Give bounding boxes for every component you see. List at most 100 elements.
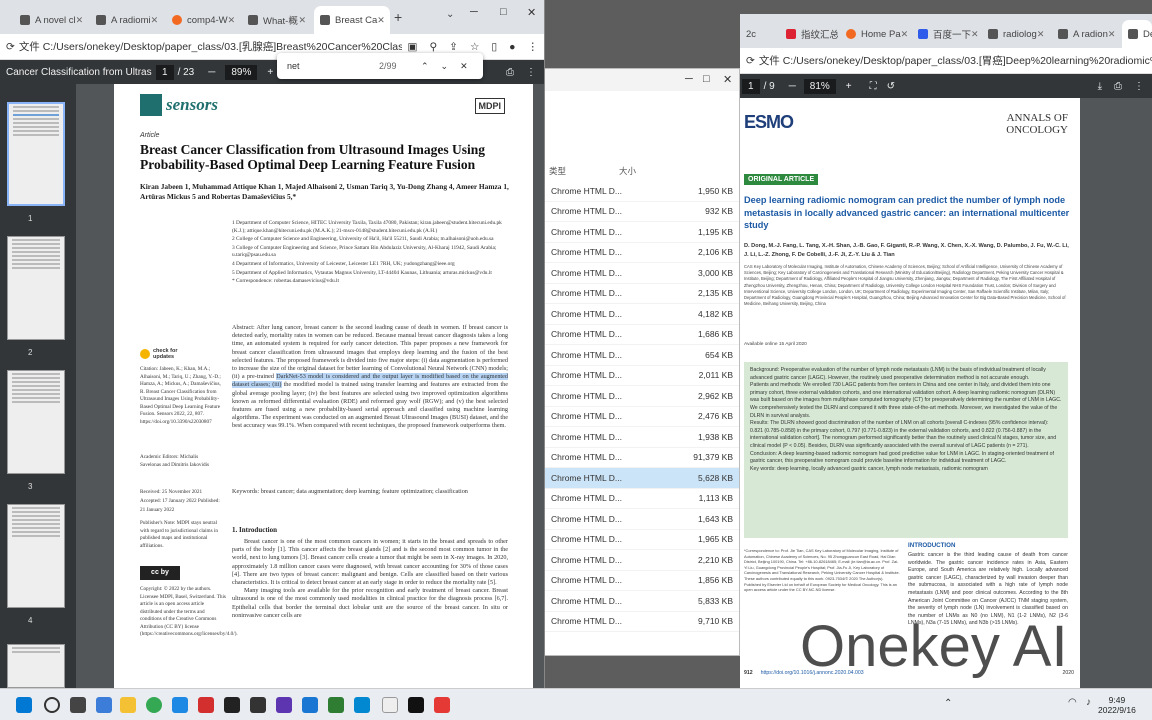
search-icon[interactable] bbox=[44, 697, 60, 713]
tray-chevron-icon[interactable]: ⌃ bbox=[944, 698, 952, 709]
browser-tab[interactable]: A novel cl ✕ bbox=[14, 6, 86, 34]
file-row[interactable]: Chrome HTML D... 1,965 KB bbox=[545, 530, 739, 550]
file-row[interactable]: Chrome HTML D... 1,938 KB bbox=[545, 427, 739, 448]
tab-close-icon[interactable]: ✕ bbox=[76, 15, 84, 26]
chrome-icon[interactable] bbox=[146, 697, 162, 713]
fit-page-icon[interactable]: ⛶ bbox=[870, 81, 877, 92]
app-icon[interactable] bbox=[172, 697, 188, 713]
print-icon[interactable]: ⎙ bbox=[1114, 81, 1122, 92]
start-icon[interactable] bbox=[16, 697, 32, 713]
new-tab-button[interactable]: + bbox=[394, 9, 402, 25]
file-row[interactable]: Chrome HTML D... 5,833 KB bbox=[545, 591, 739, 612]
find-input[interactable]: net bbox=[287, 61, 379, 71]
file-row[interactable]: Chrome HTML D... 4,182 KB bbox=[545, 304, 739, 325]
file-row[interactable]: Chrome HTML D... 91,379 KB bbox=[545, 448, 739, 468]
bookmark-star-icon[interactable]: ☆ bbox=[470, 41, 479, 53]
tab-close-icon[interactable]: ✕ bbox=[377, 15, 385, 26]
browser-tab[interactable]: comp4-W ✕ bbox=[166, 6, 238, 34]
print-icon[interactable]: ⎙ bbox=[506, 67, 514, 78]
menu-icon[interactable]: ⋮ bbox=[528, 41, 539, 53]
file-row[interactable]: Chrome HTML D... 2,962 KB bbox=[545, 386, 739, 407]
download-icon[interactable]: ⤓ bbox=[1098, 81, 1102, 92]
zoom-in-button[interactable]: + bbox=[846, 81, 852, 92]
browser-tab[interactable]: A radion ✕ bbox=[1052, 20, 1120, 48]
file-row[interactable]: Chrome HTML D... 2,106 KB bbox=[545, 243, 739, 263]
file-row[interactable]: Chrome HTML D... 1,113 KB bbox=[545, 489, 739, 509]
page-number-input[interactable]: 1 bbox=[742, 78, 760, 94]
tab-close-icon[interactable]: ✕ bbox=[151, 15, 159, 26]
app-icon[interactable] bbox=[250, 697, 266, 713]
explorer-icon[interactable] bbox=[120, 697, 136, 713]
find-close-icon[interactable]: ✕ bbox=[460, 61, 468, 72]
maximize-icon[interactable]: □ bbox=[500, 6, 507, 18]
close-icon[interactable]: ✕ bbox=[723, 73, 732, 86]
terminal-icon[interactable] bbox=[408, 697, 424, 713]
page-thumbnail[interactable] bbox=[7, 370, 65, 474]
check-updates-badge[interactable]: check for updates bbox=[140, 348, 184, 360]
page-number-input[interactable]: 1 bbox=[156, 64, 174, 80]
file-row[interactable]: Chrome HTML D... 1,643 KB bbox=[545, 509, 739, 530]
zoom-input[interactable]: 89% bbox=[225, 64, 258, 80]
app-icon[interactable] bbox=[224, 697, 240, 713]
maximize-icon[interactable]: □ bbox=[703, 73, 710, 85]
more-icon[interactable]: ⋮ bbox=[526, 67, 536, 78]
rotate-icon[interactable]: ↺ bbox=[887, 81, 895, 92]
browser-tab[interactable]: What-概 ✕ bbox=[242, 6, 312, 34]
volume-icon[interactable]: ♪ bbox=[1086, 697, 1091, 708]
profile-avatar-icon[interactable]: ● bbox=[509, 41, 515, 53]
page-thumbnail[interactable] bbox=[7, 236, 65, 340]
app-icon[interactable] bbox=[302, 697, 318, 713]
tab-close-icon[interactable]: ✕ bbox=[901, 29, 909, 40]
file-row[interactable]: Chrome HTML D... 2,210 KB bbox=[545, 550, 739, 571]
browser-tab[interactable]: 2c bbox=[740, 20, 778, 48]
browser-tab[interactable]: 百度一下 ✕ bbox=[912, 20, 980, 48]
zoom-icon[interactable]: ⚲ bbox=[429, 41, 437, 53]
file-row[interactable]: Chrome HTML D... 5,628 KB bbox=[545, 468, 739, 489]
right-address-bar[interactable]: ⟳ 文件 C:/Users/onekey/Desktop/paper_class… bbox=[740, 48, 1152, 74]
task-view-icon[interactable] bbox=[70, 697, 86, 713]
tab-close-icon[interactable]: ✕ bbox=[1108, 29, 1116, 40]
browser-tab[interactable]: radiolog ✕ bbox=[982, 20, 1050, 48]
address-text[interactable]: 文件 C:/Users/onekey/Desktop/paper_class/0… bbox=[759, 53, 1152, 68]
close-icon[interactable]: ✕ bbox=[527, 6, 536, 19]
reload-icon[interactable]: ⟳ bbox=[746, 55, 755, 67]
file-row[interactable]: Chrome HTML D... 1,195 KB bbox=[545, 222, 739, 243]
browser-tab[interactable]: 指纹汇总 bbox=[780, 20, 838, 48]
pdf-icon[interactable]: ▣ bbox=[408, 41, 418, 53]
widgets-icon[interactable] bbox=[96, 697, 112, 713]
tab-close-icon[interactable]: ✕ bbox=[298, 15, 306, 26]
address-text[interactable]: 文件 C:/Users/onekey/Desktop/paper_class/0… bbox=[19, 39, 402, 54]
tab-search-icon[interactable]: ⌄ bbox=[446, 9, 454, 20]
col-size[interactable]: 大小 bbox=[619, 165, 636, 181]
page-thumbnail[interactable] bbox=[7, 102, 65, 206]
minimize-icon[interactable]: ─ bbox=[470, 6, 478, 18]
more-icon[interactable]: ⋮ bbox=[1134, 81, 1144, 92]
reload-icon[interactable]: ⟳ bbox=[6, 41, 15, 53]
minimize-icon[interactable]: ─ bbox=[685, 73, 693, 85]
sidebar-icon[interactable]: ▯ bbox=[491, 41, 497, 53]
file-row[interactable]: Chrome HTML D... 3,000 KB bbox=[545, 263, 739, 284]
file-row[interactable]: Chrome HTML D... 2,011 KB bbox=[545, 366, 739, 386]
find-prev-icon[interactable]: ⌃ bbox=[421, 61, 429, 72]
app-icon[interactable] bbox=[434, 697, 450, 713]
app-icon[interactable] bbox=[382, 697, 398, 713]
app-icon[interactable] bbox=[198, 697, 214, 713]
zoom-input[interactable]: 81% bbox=[803, 78, 836, 94]
browser-tab-active[interactable]: Breast Ca ✕ bbox=[314, 6, 390, 34]
file-row[interactable]: Chrome HTML D... 1,686 KB bbox=[545, 325, 739, 345]
zoom-in-button[interactable]: + bbox=[267, 67, 273, 78]
tab-close-icon[interactable]: ✕ bbox=[1037, 29, 1045, 40]
tab-close-icon[interactable]: ✕ bbox=[971, 29, 979, 40]
page-thumbnail[interactable] bbox=[7, 504, 65, 608]
file-row[interactable]: Chrome HTML D... 654 KB bbox=[545, 345, 739, 366]
file-row[interactable]: Chrome HTML D... 1,856 KB bbox=[545, 571, 739, 591]
share-icon[interactable]: ⇪ bbox=[449, 41, 458, 53]
network-icon[interactable]: ◠ bbox=[1068, 697, 1077, 708]
clock[interactable]: 9:49 2022/9/16 bbox=[1098, 695, 1136, 715]
col-type[interactable]: 类型 bbox=[545, 165, 619, 181]
zoom-out-button[interactable]: ─ bbox=[789, 81, 796, 92]
browser-tab[interactable]: A radiomi ✕ bbox=[90, 6, 162, 34]
file-row[interactable]: Chrome HTML D... 1,950 KB bbox=[545, 181, 739, 202]
app-icon[interactable] bbox=[354, 697, 370, 713]
file-row[interactable]: Chrome HTML D... 2,476 KB bbox=[545, 407, 739, 427]
